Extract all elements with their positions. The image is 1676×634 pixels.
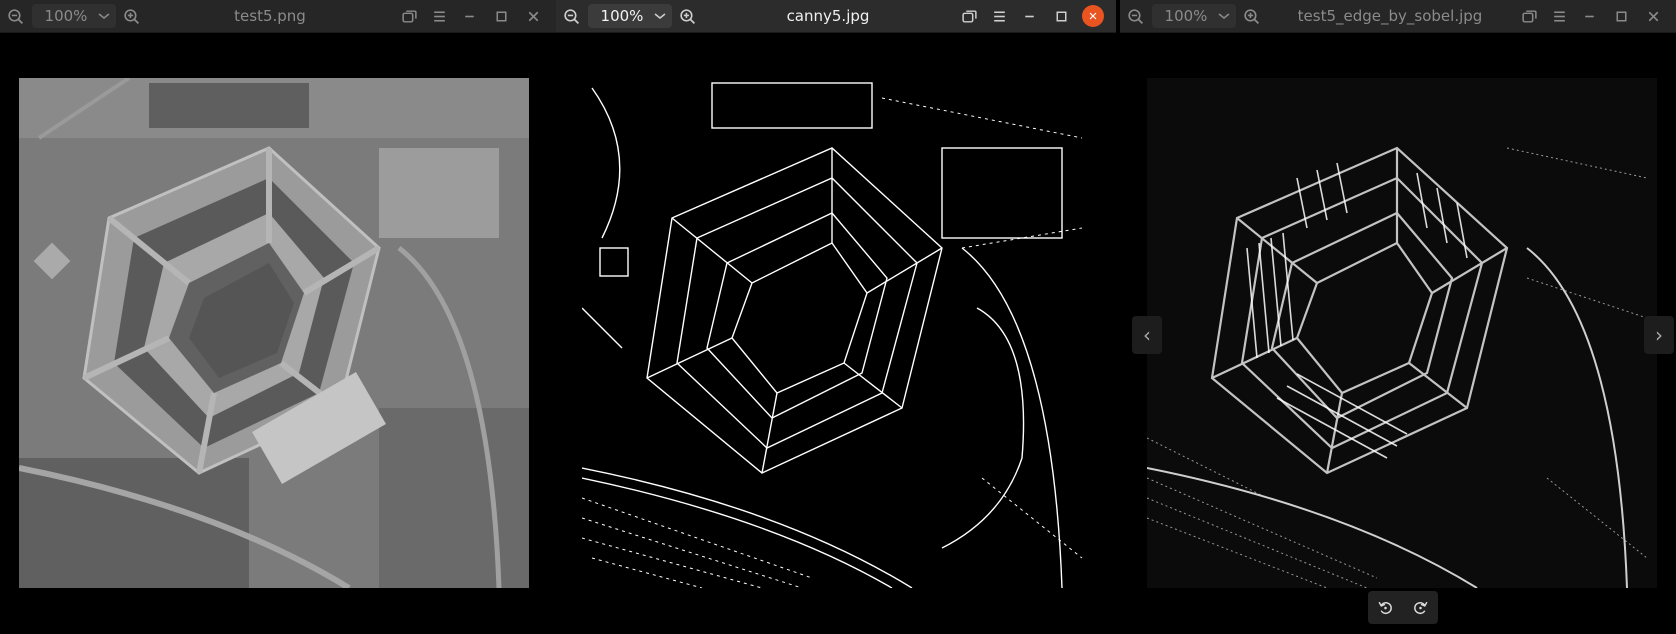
window-title: test5_edge_by_sobel.jpg xyxy=(1297,7,1483,25)
image-viewer-window-2: 100% canny5.jpg xyxy=(556,0,1116,634)
next-image-button[interactable]: › xyxy=(1644,316,1674,354)
hamburger-menu-icon xyxy=(1551,8,1568,25)
zoom-out-icon xyxy=(563,8,580,25)
close-icon xyxy=(1645,8,1662,25)
sobel-edge-image xyxy=(1147,78,1657,588)
close-button[interactable] xyxy=(1638,3,1668,29)
minimize-icon xyxy=(1581,8,1598,25)
zoom-dropdown[interactable]: 100% xyxy=(1152,4,1236,28)
image-viewer-window-1: 100% test5.png xyxy=(0,0,556,634)
chevron-right-icon: › xyxy=(1655,323,1663,347)
zoom-level: 100% xyxy=(1164,7,1208,25)
menu-button[interactable] xyxy=(984,3,1014,29)
maximize-icon xyxy=(1053,8,1070,25)
image-canvas[interactable] xyxy=(582,78,1092,588)
menu-button[interactable] xyxy=(424,3,454,29)
zoom-dropdown[interactable]: 100% xyxy=(32,4,116,28)
zoom-in-icon xyxy=(679,8,696,25)
hamburger-menu-icon xyxy=(431,8,448,25)
aerial-photo xyxy=(19,78,529,588)
chevron-down-icon xyxy=(1216,8,1232,24)
zoom-out-icon xyxy=(7,8,24,25)
title-bar: 100% canny5.jpg xyxy=(556,0,1116,33)
menu-button[interactable] xyxy=(1544,3,1574,29)
hamburger-menu-icon xyxy=(991,8,1008,25)
rotate-toolbar xyxy=(1368,591,1438,624)
canny-edge-image xyxy=(582,78,1092,588)
zoom-in-button[interactable] xyxy=(1236,3,1266,29)
minimize-button[interactable] xyxy=(1574,3,1604,29)
zoom-in-button[interactable] xyxy=(116,3,146,29)
title-bar: 100% test5_edge_by_sobel.jpg xyxy=(1120,0,1676,33)
chevron-left-icon: ‹ xyxy=(1143,323,1151,347)
zoom-dropdown[interactable]: 100% xyxy=(588,4,672,28)
close-icon xyxy=(525,8,542,25)
maximize-button[interactable] xyxy=(1046,3,1076,29)
zoom-in-button[interactable] xyxy=(672,3,702,29)
minimize-button[interactable] xyxy=(1014,3,1044,29)
fullscreen-icon xyxy=(401,8,418,25)
rotate-left-button[interactable] xyxy=(1371,595,1401,621)
maximize-button[interactable] xyxy=(1606,3,1636,29)
rotate-right-button[interactable] xyxy=(1406,595,1436,621)
fullscreen-icon xyxy=(961,8,978,25)
window-title: test5.png xyxy=(234,7,306,25)
maximize-button[interactable] xyxy=(486,3,516,29)
zoom-out-button[interactable] xyxy=(556,3,586,29)
close-icon xyxy=(1082,5,1104,27)
zoom-out-button[interactable] xyxy=(1120,3,1150,29)
chevron-down-icon xyxy=(96,8,112,24)
image-canvas[interactable] xyxy=(1147,78,1657,588)
maximize-icon xyxy=(1613,8,1630,25)
rotate-left-icon xyxy=(1377,599,1394,616)
fullscreen-button[interactable] xyxy=(954,3,984,29)
zoom-out-button[interactable] xyxy=(0,3,30,29)
fullscreen-icon xyxy=(1521,8,1538,25)
minimize-icon xyxy=(461,8,478,25)
fullscreen-button[interactable] xyxy=(394,3,424,29)
zoom-in-icon xyxy=(1243,8,1260,25)
chevron-down-icon xyxy=(652,8,668,24)
image-canvas[interactable] xyxy=(19,78,529,588)
close-button[interactable] xyxy=(1078,3,1108,29)
minimize-button[interactable] xyxy=(454,3,484,29)
zoom-level: 100% xyxy=(44,7,88,25)
minimize-icon xyxy=(1021,8,1038,25)
maximize-icon xyxy=(493,8,510,25)
zoom-level: 100% xyxy=(600,7,644,25)
fullscreen-button[interactable] xyxy=(1514,3,1544,29)
rotate-right-icon xyxy=(1412,599,1429,616)
image-viewer-window-3: 100% test5_edge_by_sobel.jpg ‹ › xyxy=(1120,0,1676,634)
window-title: canny5.jpg xyxy=(786,7,870,25)
zoom-out-icon xyxy=(1127,8,1144,25)
zoom-in-icon xyxy=(123,8,140,25)
close-button[interactable] xyxy=(518,3,548,29)
title-bar: 100% test5.png xyxy=(0,0,556,33)
previous-image-button[interactable]: ‹ xyxy=(1132,316,1162,354)
